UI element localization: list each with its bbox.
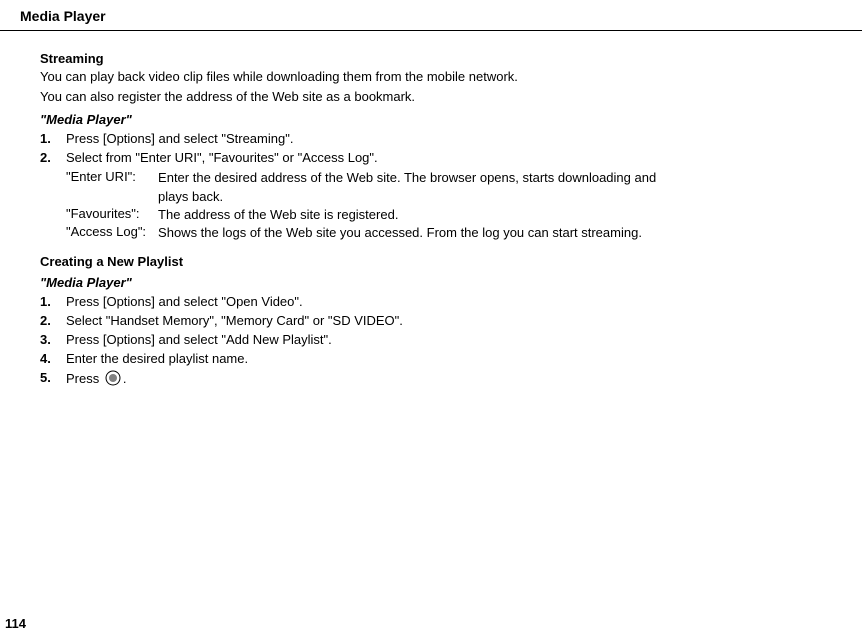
page-header-title: Media Player <box>20 8 862 24</box>
page-number: 114 <box>5 616 26 631</box>
step-text: Press [Options] and select "Add New Play… <box>66 332 332 347</box>
definition-term: "Favourites": <box>66 206 158 224</box>
step-text: Press [Options] and select "Open Video". <box>66 294 303 309</box>
definition-desc: Shows the logs of the Web site you acces… <box>158 224 678 242</box>
definition-desc: Enter the desired address of the Web sit… <box>158 169 678 205</box>
definition-term: "Access Log": <box>66 224 158 242</box>
step-text: Press [Options] and select "Streaming". <box>66 131 293 146</box>
streaming-menu-label: "Media Player" <box>40 112 802 127</box>
definition-desc: The address of the Web site is registere… <box>158 206 678 224</box>
step-text: Enter the desired playlist name. <box>66 351 248 366</box>
definition-row: "Access Log": Shows the logs of the Web … <box>66 224 678 242</box>
streaming-title: Streaming <box>40 51 802 66</box>
streaming-definitions: "Enter URI": Enter the desired address o… <box>66 169 678 242</box>
step-number: 2. <box>40 150 66 165</box>
step-text: Select from "Enter URI", "Favourites" or… <box>66 150 378 165</box>
page-content: Streaming You can play back video clip f… <box>0 31 862 389</box>
definition-term: "Enter URI": <box>66 169 158 205</box>
definition-row: "Favourites": The address of the Web sit… <box>66 206 678 224</box>
playlist-title: Creating a New Playlist <box>40 254 802 269</box>
step-number: 4. <box>40 351 66 366</box>
step-text: Press . <box>66 370 126 389</box>
streaming-section: Streaming You can play back video clip f… <box>40 51 802 242</box>
page-header: Media Player <box>0 0 862 24</box>
step-item: 1. Press [Options] and select "Streaming… <box>40 131 802 146</box>
step-text-suffix: . <box>123 371 127 386</box>
definition-row: "Enter URI": Enter the desired address o… <box>66 169 678 205</box>
step-number: 1. <box>40 294 66 309</box>
step-number: 5. <box>40 370 66 385</box>
streaming-para-2: You can also register the address of the… <box>40 88 802 106</box>
streaming-steps: 1. Press [Options] and select "Streaming… <box>40 131 802 165</box>
playlist-menu-label: "Media Player" <box>40 275 802 290</box>
step-text-prefix: Press <box>66 371 103 386</box>
step-text: Select "Handset Memory", "Memory Card" o… <box>66 313 403 328</box>
step-item: 2. Select from "Enter URI", "Favourites"… <box>40 150 802 165</box>
step-item: 4. Enter the desired playlist name. <box>40 351 802 366</box>
playlist-steps: 1. Press [Options] and select "Open Vide… <box>40 294 802 389</box>
playlist-section: Creating a New Playlist "Media Player" 1… <box>40 254 802 389</box>
streaming-para-1: You can play back video clip files while… <box>40 68 802 86</box>
step-item: 1. Press [Options] and select "Open Vide… <box>40 294 802 309</box>
step-number: 1. <box>40 131 66 146</box>
step-item: 3. Press [Options] and select "Add New P… <box>40 332 802 347</box>
step-number: 3. <box>40 332 66 347</box>
step-item: 5. Press . <box>40 370 802 389</box>
step-item: 2. Select "Handset Memory", "Memory Card… <box>40 313 802 328</box>
ok-button-icon <box>105 370 121 389</box>
step-number: 2. <box>40 313 66 328</box>
